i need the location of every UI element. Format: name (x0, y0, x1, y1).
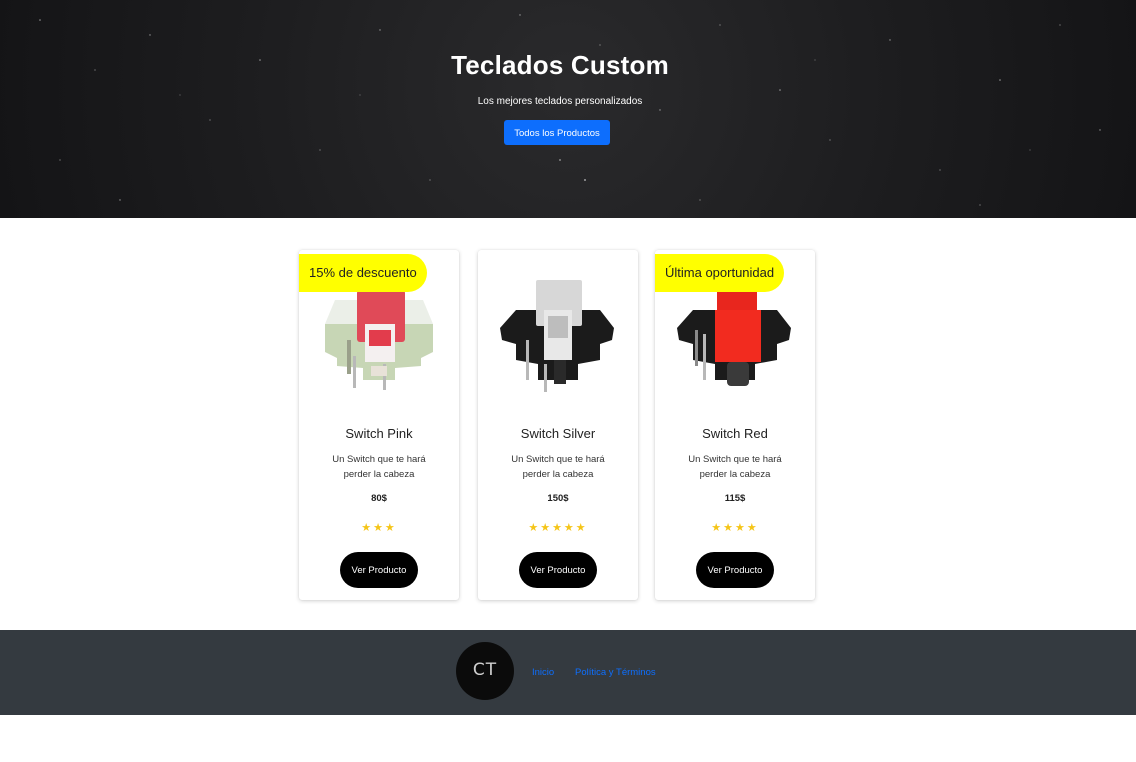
switch-pink-image (325, 290, 433, 390)
starfield-background (39, 14, 1101, 206)
view-product-button[interactable]: Ver Producto (696, 552, 774, 588)
product-card: 15% de descuento Switch Pink Un Switch q… (299, 250, 459, 600)
footer-link-terms[interactable]: Política y Términos (575, 667, 656, 678)
hero-banner: Teclados Custom Los mejores teclados per… (0, 0, 1136, 218)
rating-stars: ★★★★★ (528, 522, 588, 534)
product-name: Switch Red (702, 426, 768, 441)
switch-silver-image (500, 280, 614, 392)
all-products-button[interactable]: Todos los Productos (504, 120, 610, 145)
last-chance-badge: Última oportunidad (655, 254, 785, 292)
footer: CT Inicio Política y Términos (0, 630, 1136, 715)
hero-subtitle: Los mejores teclados personalizados (477, 96, 643, 107)
product-card: Última oportunidad Switch Red Un Switch … (655, 250, 815, 600)
product-price: 150$ (547, 493, 569, 504)
product-description: Un Switch que te hará perder la cabeza (332, 454, 426, 480)
product-price: 115$ (724, 493, 746, 504)
product-price: 80$ (371, 493, 387, 504)
rating-stars: ★★★ (361, 522, 397, 534)
product-card: Switch Silver Un Switch que te hará perd… (478, 250, 638, 600)
hero-title: Teclados Custom (451, 50, 669, 80)
view-product-button[interactable]: Ver Producto (519, 552, 597, 588)
switch-red-image (677, 290, 791, 386)
view-product-button[interactable]: Ver Producto (340, 552, 418, 588)
discount-badge: 15% de descuento (299, 254, 427, 292)
logo-text: CT (472, 660, 498, 680)
product-name: Switch Silver (520, 426, 596, 441)
footer-link-home[interactable]: Inicio (532, 667, 554, 678)
product-name: Switch Pink (345, 426, 413, 441)
product-description: Un Switch que te hará perder la cabeza (688, 454, 782, 480)
rating-stars: ★★★★ (711, 522, 759, 534)
brand-logo[interactable]: CT (456, 642, 514, 700)
product-description: Un Switch que te hará perder la cabeza (511, 454, 605, 480)
